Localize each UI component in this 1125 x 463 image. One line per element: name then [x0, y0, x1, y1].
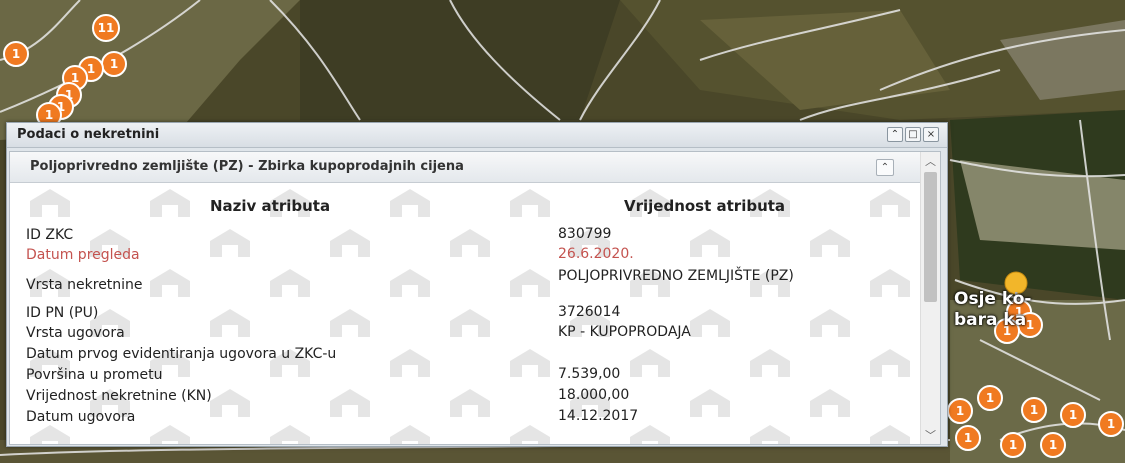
attribute-table: Naziv atributa Vrijednost atributa ID ZK…: [10, 183, 920, 444]
attribute-value: POLJOPRIVREDNO ZEMLJIŠTE (PZ): [558, 268, 794, 284]
cluster-marker[interactable]: 11: [92, 14, 120, 42]
window-maximize-button[interactable]: □: [905, 127, 921, 142]
panel-title: Poljoprivredno zemljište (PZ) - Zbirka k…: [30, 159, 464, 174]
attribute-name: Vrsta nekretnine: [26, 277, 143, 293]
attribute-value: 26.6.2020.: [558, 246, 634, 262]
cluster-marker[interactable]: 1: [1000, 432, 1026, 458]
attribute-value: 3726014: [558, 304, 621, 320]
attribute-value: 830799: [558, 226, 612, 242]
attribute-name: Vrijednost nekretnine (KN): [26, 388, 212, 404]
attribute-value: KP - KUPOPRODAJA: [558, 324, 691, 340]
vertical-scrollbar[interactable]: ︿ ﹀: [920, 152, 940, 444]
cluster-marker[interactable]: 1: [977, 385, 1003, 411]
window-collapse-button[interactable]: ⌃: [887, 127, 903, 142]
attribute-value: 14.12.2017: [558, 408, 639, 424]
panel-header[interactable]: Poljoprivredno zemljište (PZ) - Zbirka k…: [10, 152, 920, 183]
column-header-value: Vrijednost atributa: [624, 197, 786, 215]
attribute-name: Datum pregleda: [26, 247, 140, 263]
attribute-name: Datum ugovora: [26, 409, 136, 425]
house-watermark-icon: [30, 189, 910, 444]
attribute-name: Površina u prometu: [26, 367, 163, 383]
attribute-value: 18.000,00: [558, 387, 630, 403]
attribute-value: 7.539,00: [558, 366, 621, 382]
scrollbar-thumb[interactable]: [924, 172, 937, 302]
cluster-marker[interactable]: 1: [3, 41, 29, 67]
column-header-name: Naziv atributa: [210, 197, 331, 215]
cluster-marker[interactable]: 1: [947, 398, 973, 424]
place-label-line1: Osje ko-: [954, 289, 1032, 309]
panel-collapse-button[interactable]: ⌃: [876, 159, 894, 176]
attribute-name: ID PN (PU): [26, 305, 99, 321]
window-header[interactable]: Podaci o nekretnini ⌃ □ ×: [7, 123, 947, 148]
attribute-name: Vrsta ugovora: [26, 325, 125, 341]
attribute-panel: Poljoprivredno zemljište (PZ) - Zbirka k…: [9, 151, 941, 445]
cluster-marker[interactable]: 1: [1060, 402, 1086, 428]
window-close-button[interactable]: ×: [923, 127, 939, 142]
scroll-up-arrow-icon[interactable]: ︿: [921, 152, 940, 170]
property-info-window: Podaci o nekretnini ⌃ □ × Poljoprivredno…: [6, 122, 948, 447]
cluster-marker[interactable]: 1: [101, 51, 127, 77]
cluster-marker[interactable]: 1: [1098, 411, 1124, 437]
scroll-down-arrow-icon[interactable]: ﹀: [921, 426, 940, 444]
cluster-marker[interactable]: 1: [1040, 432, 1066, 458]
place-label-line2: bara ka: [954, 310, 1027, 330]
cluster-marker[interactable]: 1: [955, 425, 981, 451]
attribute-name: ID ZKC: [26, 227, 74, 243]
attribute-name: Datum prvog evidentiranja ugovora u ZKC-…: [26, 346, 337, 362]
window-title: Podaci o nekretnini: [17, 127, 160, 142]
cluster-marker[interactable]: 1: [1021, 397, 1047, 423]
